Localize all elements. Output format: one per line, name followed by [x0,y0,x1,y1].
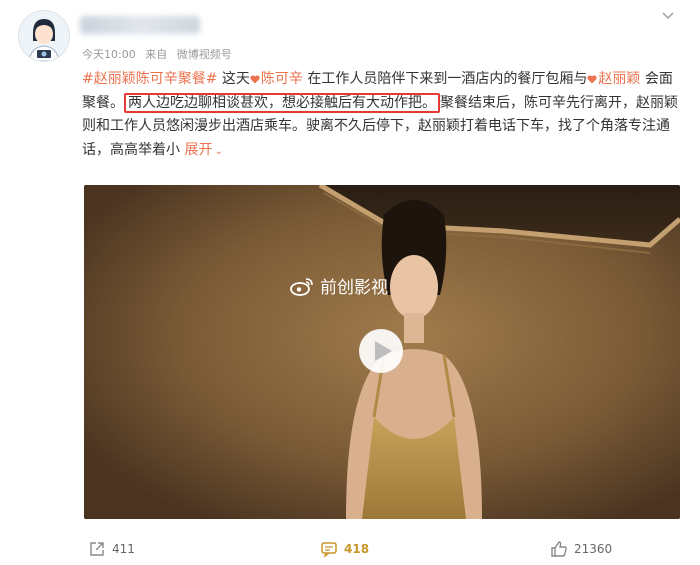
share-icon [90,542,104,556]
heart-icon [250,75,260,84]
video-player[interactable]: 前创影视 [84,185,680,519]
text-part-1: 这天 [221,71,250,87]
mention-link-1[interactable]: 陈可辛 [250,71,303,87]
heart-icon [587,75,597,84]
post-time: 今天10:00 [82,48,136,61]
post-from-label: 来自 [145,48,168,61]
comment-icon [321,542,337,558]
weibo-logo-icon [290,277,313,296]
comment-button[interactable]: 418 [320,540,369,558]
like-count: 21360 [574,542,613,556]
mention-name-1: 陈可辛 [260,71,303,87]
expand-caret-icon: ⌄ [214,145,223,157]
avatar-illustration [19,11,69,61]
play-icon [375,341,392,361]
mention-link-2[interactable]: 赵丽颖 [587,71,640,87]
expand-link[interactable]: 展开 ⌄ [184,142,222,158]
mention-name-2: 赵丽颖 [598,71,641,87]
action-bar: 411 418 21360 [84,540,680,564]
highlighted-sentence: 两人边吃边聊相谈甚欢，想必接触后有大动作把。 [124,92,440,113]
username-blurred[interactable] [80,16,200,34]
video-watermark: 前创影视 [290,273,388,298]
expand-label: 展开 [184,141,213,158]
avatar[interactable] [18,10,70,62]
text-part-2: 在工作人员陪伴下来到一酒店内的餐厅包厢与 [307,71,588,87]
like-button[interactable]: 21360 [550,540,612,558]
play-button[interactable] [359,329,403,373]
hashtag-link[interactable]: #赵丽颖陈可辛聚餐# [82,71,217,87]
share-count: 411 [112,542,135,556]
post-text: #赵丽颖陈可辛聚餐# 这天 陈可辛 在工作人员陪伴下来到一酒店内的餐厅包厢与 赵丽颖… [82,68,682,163]
comment-count: 418 [344,542,370,556]
watermark-text: 前创影视 [320,278,388,298]
chevron-down-icon[interactable] [658,6,678,26]
share-button[interactable]: 411 [88,540,135,558]
post-meta: 今天10:00 来自 微博视频号 [82,46,232,62]
post-source[interactable]: 微博视频号 [177,48,232,61]
like-icon [551,541,567,557]
